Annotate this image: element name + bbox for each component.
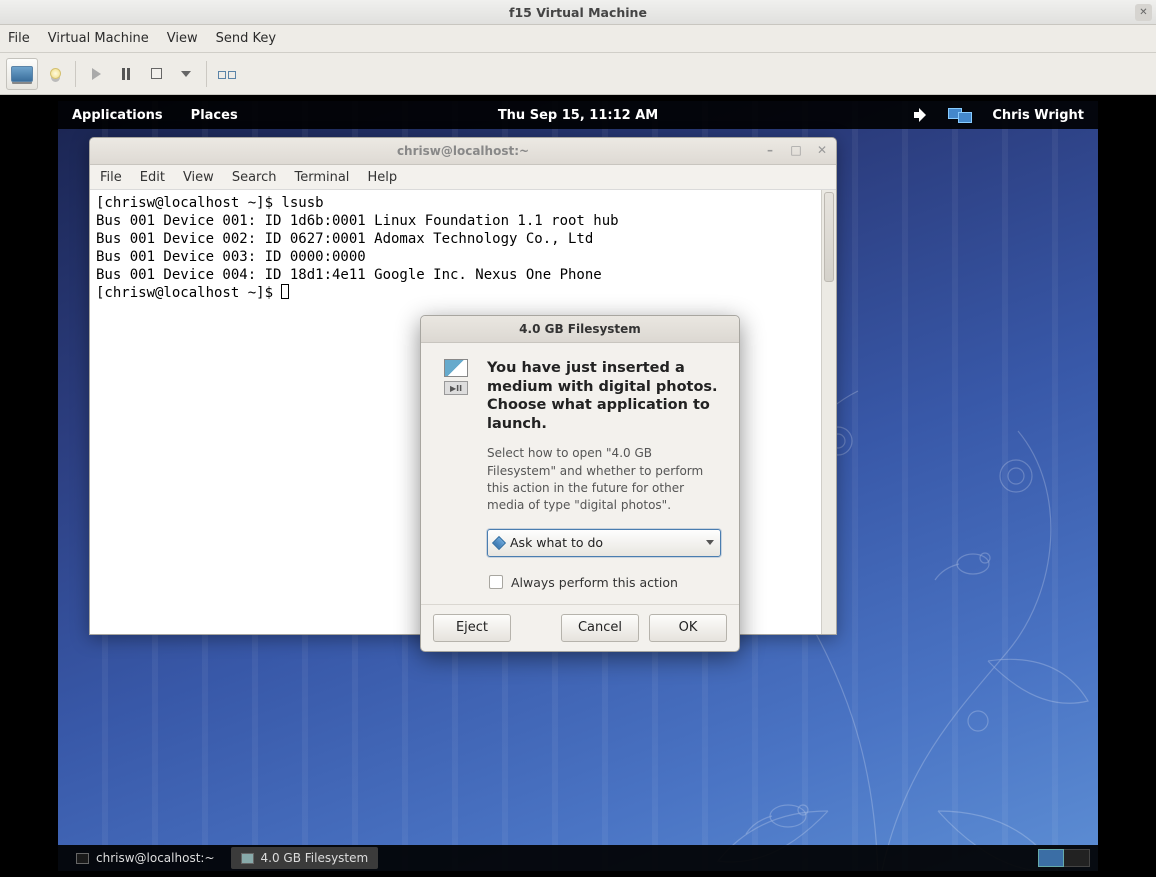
dialog-title: 4.0 GB Filesystem [519, 322, 641, 336]
terminal-maximize-button[interactable]: □ [788, 143, 804, 157]
terminal-close-button[interactable]: ✕ [814, 143, 830, 157]
workspace-1[interactable] [1038, 849, 1064, 867]
pause-icon [122, 68, 130, 80]
media-autorun-dialog: 4.0 GB Filesystem ▶II You have just inse… [420, 315, 740, 652]
terminal-titlebar[interactable]: chrisw@localhost:~ – □ ✕ [90, 138, 836, 165]
vm-lightbulb-button[interactable] [42, 58, 68, 90]
terminal-menu-view[interactable]: View [183, 170, 214, 185]
eject-button[interactable]: Eject [433, 614, 511, 642]
media-player-icon: ▶II [444, 381, 468, 395]
terminal-menu-file[interactable]: File [100, 170, 122, 185]
panel-applications[interactable]: Applications [72, 108, 163, 123]
taskbar-item-filesystem[interactable]: 4.0 GB Filesystem [231, 847, 379, 869]
terminal-scrollbar[interactable] [821, 190, 836, 634]
dialog-body-text: Select how to open "4.0 GB Filesystem" a… [487, 445, 721, 515]
terminal-menu-terminal[interactable]: Terminal [294, 170, 349, 185]
terminal-menu-help[interactable]: Help [367, 170, 397, 185]
terminal-title: chrisw@localhost:~ [397, 144, 529, 158]
vm-play-button[interactable] [83, 58, 109, 90]
gnome-top-panel: Applications Places Thu Sep 15, 11:12 AM… [58, 101, 1098, 129]
terminal-menu-edit[interactable]: Edit [140, 170, 165, 185]
toolbar-separator [206, 61, 207, 87]
vm-menu-view[interactable]: View [167, 31, 198, 46]
dialog-always-checkbox[interactable] [489, 575, 503, 589]
drive-task-icon [241, 853, 254, 864]
dialog-button-row: Eject Cancel OK [421, 604, 739, 651]
chevron-down-icon [181, 71, 191, 77]
gnome-bottom-panel: chrisw@localhost:~ 4.0 GB Filesystem [58, 845, 1098, 871]
toolbar-separator [75, 61, 76, 87]
chevron-down-icon [706, 540, 714, 545]
panel-places[interactable]: Places [191, 108, 238, 123]
panel-user[interactable]: Chris Wright [992, 108, 1084, 123]
photo-icon [444, 359, 468, 377]
dialog-action-value: Ask what to do [510, 535, 603, 550]
terminal-scroll-thumb[interactable] [824, 192, 834, 282]
play-icon [92, 68, 101, 80]
guest-desktop[interactable]: Applications Places Thu Sep 15, 11:12 AM… [58, 101, 1098, 871]
dialog-action-combobox[interactable]: Ask what to do [487, 529, 721, 557]
taskbar-terminal-label: chrisw@localhost:~ [96, 851, 215, 865]
dialog-always-label: Always perform this action [511, 575, 678, 590]
vm-console-button[interactable] [6, 58, 38, 90]
vm-fullscreen-button[interactable] [214, 58, 240, 90]
terminal-menubar: File Edit View Search Terminal Help [90, 165, 836, 190]
dialog-icon: ▶II [439, 359, 473, 557]
terminal-output: [chrisw@localhost ~]$ lsusb Bus 001 Devi… [96, 194, 830, 302]
taskbar-filesystem-label: 4.0 GB Filesystem [261, 851, 369, 865]
cancel-button[interactable]: Cancel [561, 614, 639, 642]
volume-icon[interactable] [914, 109, 928, 121]
terminal-minimize-button[interactable]: – [762, 143, 778, 157]
ask-icon [492, 536, 506, 550]
vm-window-title: f15 Virtual Machine [509, 5, 647, 20]
taskbar-item-terminal[interactable]: chrisw@localhost:~ [66, 847, 225, 869]
vm-menu-virtual-machine[interactable]: Virtual Machine [48, 31, 149, 46]
vm-stop-button[interactable] [143, 58, 169, 90]
terminal-task-icon [76, 853, 89, 864]
dialog-heading: You have just inserted a medium with dig… [487, 359, 721, 433]
vm-toolbar [0, 53, 1156, 95]
workspace-switcher[interactable] [1038, 849, 1090, 867]
vm-window-titlebar: f15 Virtual Machine ✕ [0, 0, 1156, 25]
vm-menubar: File Virtual Machine View Send Key [0, 25, 1156, 53]
terminal-menu-search[interactable]: Search [232, 170, 277, 185]
vm-menu-send-key[interactable]: Send Key [216, 31, 276, 46]
ok-button[interactable]: OK [649, 614, 727, 642]
bulb-icon [50, 68, 61, 79]
workspace-2[interactable] [1064, 849, 1090, 867]
fullscreen-icon [218, 65, 236, 83]
monitor-icon [11, 66, 33, 82]
vm-stop-menu-button[interactable] [173, 58, 199, 90]
stop-icon [151, 68, 162, 79]
dialog-titlebar[interactable]: 4.0 GB Filesystem [421, 316, 739, 343]
guest-display-frame: Applications Places Thu Sep 15, 11:12 AM… [0, 95, 1156, 877]
vm-menu-file[interactable]: File [8, 31, 30, 46]
network-icon[interactable] [948, 108, 972, 123]
vm-pause-button[interactable] [113, 58, 139, 90]
vm-close-button[interactable]: ✕ [1135, 4, 1152, 21]
